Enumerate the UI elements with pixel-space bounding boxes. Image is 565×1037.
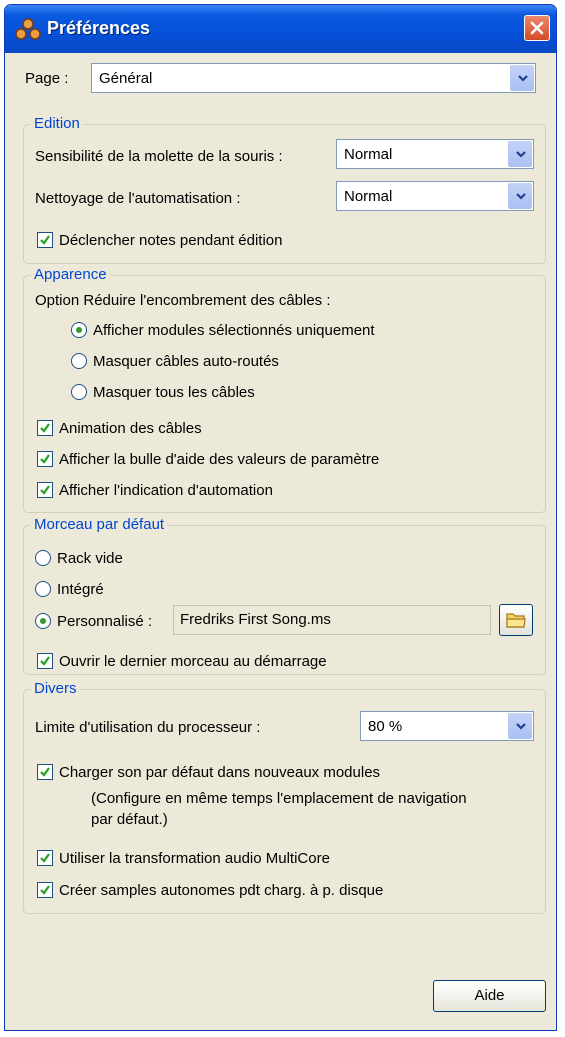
radio-dot	[76, 327, 82, 333]
radio-hide-all[interactable]	[71, 384, 87, 400]
automation-indicator-checkbox[interactable]	[37, 482, 53, 498]
custom-song-path-field[interactable]: Fredriks First Song.ms	[173, 605, 491, 635]
standalone-samples-checkbox[interactable]	[37, 882, 53, 898]
folder-icon	[506, 613, 526, 628]
trigger-notes-checkbox[interactable]	[37, 232, 53, 248]
page-select[interactable]: Général	[91, 63, 536, 93]
checkmark-icon	[40, 423, 50, 433]
edition-group-title: Edition	[31, 115, 83, 132]
cpu-limit-value: 80 %	[368, 718, 403, 735]
checkmark-icon	[40, 885, 50, 895]
radio-empty-rack-label[interactable]: Rack vide	[57, 550, 123, 567]
reduce-cables-label: Option Réduire l'encombrement des câbles…	[35, 292, 331, 309]
automation-cleanup-label: Nettoyage de l'automatisation :	[35, 190, 241, 207]
custom-song-path-value: Fredriks First Song.ms	[180, 611, 331, 628]
radio-builtin-label[interactable]: Intégré	[57, 581, 104, 598]
open-last-song-checkbox[interactable]	[37, 653, 53, 669]
cable-animation-checkbox[interactable]	[37, 420, 53, 436]
wheel-sensitivity-value: Normal	[344, 146, 393, 163]
window-title: Préférences	[47, 18, 151, 38]
chevron-down-icon[interactable]	[510, 65, 534, 91]
radio-hide-auto-routed[interactable]	[71, 353, 87, 369]
cpu-limit-label: Limite d'utilisation du processeur :	[35, 719, 261, 736]
title-bar[interactable]: Préférences	[5, 5, 556, 53]
close-icon	[530, 21, 544, 35]
default-song-group-title: Morceau par défaut	[31, 516, 168, 533]
browse-button[interactable]	[499, 604, 533, 636]
page-label: Page :	[25, 70, 69, 87]
multicore-label[interactable]: Utiliser la transformation audio MultiCo…	[59, 850, 330, 867]
chevron-down-icon[interactable]	[508, 713, 532, 739]
open-last-song-label[interactable]: Ouvrir le dernier morceau au démarrage	[59, 653, 327, 670]
load-default-sound-note-line1: (Configure en même temps l'emplacement d…	[91, 790, 467, 807]
cable-animation-label[interactable]: Animation des câbles	[59, 420, 202, 437]
radio-show-selected-label[interactable]: Afficher modules sélectionnés uniquement	[93, 322, 375, 339]
checkmark-icon	[40, 853, 50, 863]
wheel-sensitivity-select[interactable]: Normal	[336, 139, 534, 169]
cpu-limit-select[interactable]: 80 %	[360, 711, 534, 741]
radio-builtin[interactable]	[35, 581, 51, 597]
radio-show-selected[interactable]	[71, 322, 87, 338]
chevron-down-icon[interactable]	[508, 183, 532, 209]
load-default-sound-label[interactable]: Charger son par défaut dans nouveaux mod…	[59, 764, 380, 781]
checkmark-icon	[40, 485, 50, 495]
chevron-down-icon[interactable]	[508, 141, 532, 167]
load-default-sound-note-line2: par défaut.)	[91, 811, 168, 828]
param-tooltip-label[interactable]: Afficher la bulle d'aide des valeurs de …	[59, 451, 379, 468]
trigger-notes-label[interactable]: Déclencher notes pendant édition	[59, 232, 283, 249]
automation-cleanup-select[interactable]: Normal	[336, 181, 534, 211]
misc-group-title: Divers	[31, 680, 80, 697]
app-logo-icon	[15, 18, 41, 40]
page-select-value: Général	[99, 70, 153, 87]
checkmark-icon	[40, 454, 50, 464]
checkmark-icon	[40, 656, 50, 666]
automation-cleanup-value: Normal	[344, 188, 393, 205]
automation-indicator-label[interactable]: Afficher l'indication d'automation	[59, 482, 273, 499]
radio-empty-rack[interactable]	[35, 550, 51, 566]
checkmark-icon	[40, 767, 50, 777]
radio-custom-label[interactable]: Personnalisé :	[57, 613, 152, 630]
param-tooltip-checkbox[interactable]	[37, 451, 53, 467]
radio-dot	[40, 618, 46, 624]
help-button[interactable]: Aide	[433, 980, 546, 1012]
wheel-sensitivity-label: Sensibilité de la molette de la souris :	[35, 148, 283, 165]
load-default-sound-checkbox[interactable]	[37, 764, 53, 780]
close-button[interactable]	[524, 15, 550, 41]
radio-hide-all-label[interactable]: Masquer tous les câbles	[93, 384, 255, 401]
multicore-checkbox[interactable]	[37, 850, 53, 866]
appearance-group-title: Apparence	[31, 266, 110, 283]
radio-custom[interactable]	[35, 613, 51, 629]
standalone-samples-label[interactable]: Créer samples autonomes pdt charg. à p. …	[59, 882, 383, 899]
preferences-window: Préférences Page : Général Edition Sensi…	[4, 4, 557, 1031]
checkmark-icon	[40, 235, 50, 245]
radio-hide-auto-routed-label[interactable]: Masquer câbles auto-routés	[93, 353, 279, 370]
